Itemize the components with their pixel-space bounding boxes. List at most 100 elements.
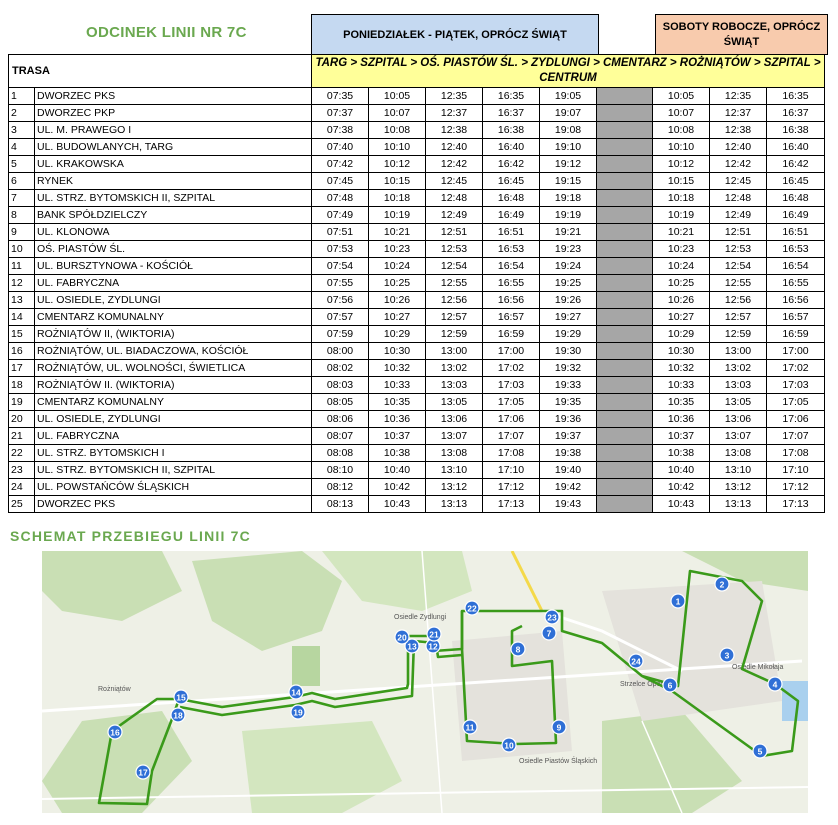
map-stop-number: 10 (504, 741, 514, 751)
weekday-time: 07:59 (311, 325, 369, 343)
weekday-time: 10:40 (368, 461, 426, 479)
trasa-header: TRASA (8, 54, 312, 88)
stop-number: 22 (8, 444, 35, 462)
weekday-time: 10:26 (368, 291, 426, 309)
map-stop-marker: 8 (510, 641, 526, 657)
weekday-time: 16:56 (482, 291, 540, 309)
weekday-time: 13:10 (425, 461, 483, 479)
saturday-time: 13:05 (709, 393, 767, 411)
route-description: TARG > SZPITAL > OŚ. PIASTÓW ŚL. > ZYDLU… (311, 54, 825, 88)
column-separator (596, 427, 653, 445)
saturday-time: 10:33 (652, 376, 710, 394)
weekday-time: 19:25 (539, 274, 597, 292)
table-row: 21 UL. FABRYCZNA 08:07 10:37 13:07 17:07 19:37… (8, 427, 825, 445)
map-stop-marker: 1 (670, 593, 686, 609)
table-row: 6 RYNEK 07:45 10:15 12:45 16:45 19:15 10:15 12:4… (8, 172, 825, 190)
map-label-piastow: Osiedle Piastów Śląskich (519, 756, 597, 765)
column-separator (596, 104, 653, 122)
stop-name: UL. STRZ. BYTOMSKICH II, SZPITAL (34, 461, 312, 479)
saturday-time: 10:32 (652, 359, 710, 377)
saturday-time: 10:26 (652, 291, 710, 309)
saturday-time: 17:03 (766, 376, 825, 394)
weekday-time: 07:53 (311, 240, 369, 258)
weekday-time: 10:27 (368, 308, 426, 326)
table-row: 2 DWORZEC PKP 07:37 10:07 12:37 16:37 19:07 10:… (8, 104, 825, 122)
saturday-time: 10:30 (652, 342, 710, 360)
saturday-time: 16:37 (766, 104, 825, 122)
stop-number: 7 (8, 189, 35, 207)
table-row: 24 UL. POWSTAŃCÓW ŚLĄSKICH 08:12 10:42 13:12… (8, 478, 825, 496)
table-row: 16 ROŻNIĄTÓW, UL. BIADACZOWA, KOŚCIÓŁ 08:0… (8, 342, 825, 360)
stop-name: UL. FABRYCZNA (34, 427, 312, 445)
weekday-time: 10:30 (368, 342, 426, 360)
column-separator (596, 274, 653, 292)
map-stop-marker: 5 (752, 743, 768, 759)
saturday-time: 10:29 (652, 325, 710, 343)
saturday-time: 10:23 (652, 240, 710, 258)
saturday-time: 13:07 (709, 427, 767, 445)
map-label-rozniatow: Rożniątów (98, 686, 132, 693)
saturday-time: 10:35 (652, 393, 710, 411)
weekday-time: 13:06 (425, 410, 483, 428)
column-separator (596, 342, 653, 360)
weekday-time: 19:29 (539, 325, 597, 343)
weekday-time: 08:00 (311, 342, 369, 360)
map-stop-number: 12 (428, 642, 438, 652)
stop-number: 12 (8, 274, 35, 292)
weekday-time: 07:37 (311, 104, 369, 122)
weekday-time: 16:37 (482, 104, 540, 122)
saturday-time: 17:07 (766, 427, 825, 445)
map-stop-marker: 3 (719, 647, 735, 663)
saturday-time: 16:38 (766, 121, 825, 139)
column-separator (596, 393, 653, 411)
weekday-time: 10:15 (368, 172, 426, 190)
saturday-time: 12:48 (709, 189, 767, 207)
saturday-time: 16:45 (766, 172, 825, 190)
weekday-time: 16:59 (482, 325, 540, 343)
weekday-time: 12:49 (425, 206, 483, 224)
column-separator (596, 308, 653, 326)
weekday-time: 16:45 (482, 172, 540, 190)
weekday-time: 12:48 (425, 189, 483, 207)
map-stop-number: 16 (110, 728, 120, 738)
saturday-time: 16:57 (766, 308, 825, 326)
weekday-time: 12:38 (425, 121, 483, 139)
table-row: 9 UL. KLONOWA 07:51 10:21 12:51 16:51 19:21 10:… (8, 223, 825, 241)
weekday-time: 13:05 (425, 393, 483, 411)
weekday-time: 10:19 (368, 206, 426, 224)
saturday-time: 10:18 (652, 189, 710, 207)
weekday-time: 08:02 (311, 359, 369, 377)
saturday-time: 12:57 (709, 308, 767, 326)
weekday-time: 19:18 (539, 189, 597, 207)
saturday-time: 12:42 (709, 155, 767, 173)
weekday-time: 12:55 (425, 274, 483, 292)
saturday-time: 10:36 (652, 410, 710, 428)
weekday-time: 10:21 (368, 223, 426, 241)
map-stop-marker: 11 (462, 719, 478, 735)
table-row: 8 BANK SPÓŁDZIELCZY 07:49 10:19 12:49 16:49 19… (8, 206, 825, 224)
map-stop-marker: 17 (135, 764, 151, 780)
weekday-time: 12:37 (425, 104, 483, 122)
stop-name: CMENTARZ KOMUNALNY (34, 393, 312, 411)
weekday-time: 19:21 (539, 223, 597, 241)
page-title: ODCINEK LINII NR 7C (86, 24, 247, 41)
stop-number: 13 (8, 291, 35, 309)
weekday-time: 10:35 (368, 393, 426, 411)
stop-number: 15 (8, 325, 35, 343)
weekday-time: 12:42 (425, 155, 483, 173)
weekday-time: 19:43 (539, 495, 597, 513)
saturday-time: 12:40 (709, 138, 767, 156)
weekday-time: 10:12 (368, 155, 426, 173)
stop-number: 1 (8, 87, 35, 105)
saturday-time: 12:35 (709, 87, 767, 105)
weekday-time: 19:15 (539, 172, 597, 190)
weekday-time: 07:55 (311, 274, 369, 292)
weekday-time: 19:08 (539, 121, 597, 139)
saturday-time: 13:12 (709, 478, 767, 496)
map-stop-marker: 2 (714, 576, 730, 592)
stop-number: 20 (8, 410, 35, 428)
weekday-time: 10:38 (368, 444, 426, 462)
weekday-time: 12:35 (425, 87, 483, 105)
saturday-time: 17:06 (766, 410, 825, 428)
map-stop-number: 24 (631, 657, 641, 667)
